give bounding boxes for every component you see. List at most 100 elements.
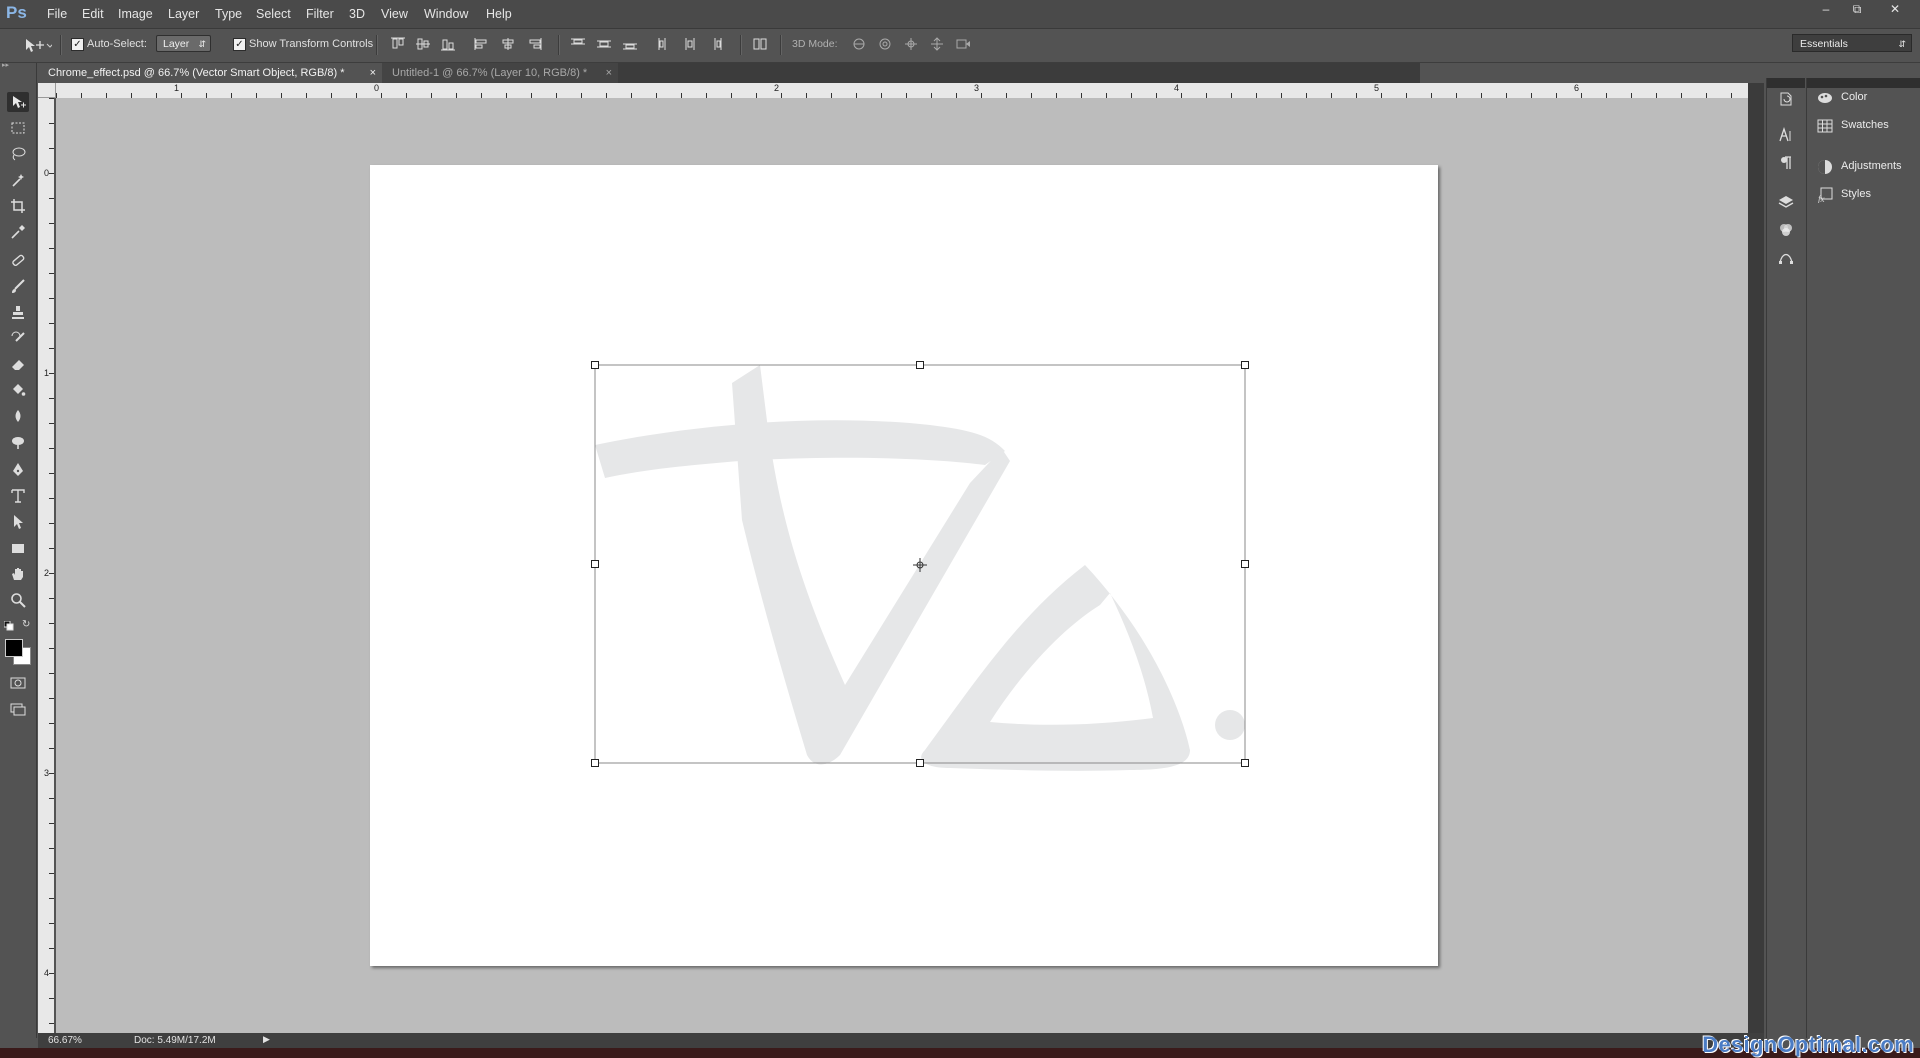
path-selection-tool-icon[interactable] [7, 512, 29, 532]
auto-select-target-dropdown[interactable]: Layer ⇵ [156, 35, 211, 52]
3d-drag-icon[interactable] [903, 37, 919, 51]
layers-icon[interactable] [1777, 193, 1795, 211]
align-hcenter-icon[interactable] [500, 37, 516, 51]
menu-3d[interactable]: 3D [349, 7, 365, 21]
document-canvas[interactable] [370, 165, 1438, 966]
ruler-tick [49, 473, 54, 474]
tab-chrome-effect[interactable]: Chrome_effect.psd @ 66.7% (Vector Smart … [38, 63, 382, 83]
healing-brush-tool-icon[interactable] [7, 250, 29, 270]
restore-icon[interactable]: ⧉ [1848, 2, 1866, 16]
dodge-tool-icon[interactable] [7, 432, 29, 452]
panel-dock: Color Swatches Adjustments fx Styles [1806, 78, 1920, 1038]
default-colors-icon[interactable] [3, 620, 14, 631]
distribute-left-icon[interactable] [656, 37, 672, 51]
panel-label: Color [1841, 91, 1868, 103]
distribute-vcenter-icon[interactable] [596, 37, 612, 51]
align-top-icon[interactable] [390, 37, 406, 51]
foreground-color-swatch[interactable] [5, 639, 23, 657]
menu-filter[interactable]: Filter [306, 7, 334, 21]
magic-wand-tool-icon[interactable] [7, 170, 29, 190]
menu-help[interactable]: Help [486, 7, 512, 21]
hand-tool-icon[interactable] [7, 564, 29, 584]
ruler-label: 1 [174, 83, 180, 93]
history-icon[interactable] [1777, 90, 1795, 108]
zoom-tool-icon[interactable] [7, 590, 29, 610]
tab-label: Chrome_effect.psd @ 66.7% (Vector Smart … [48, 67, 345, 79]
zoom-level[interactable]: 66.67% [48, 1035, 82, 1046]
rectangle-tool-icon[interactable] [7, 538, 29, 558]
panel-styles[interactable]: fx Styles [1813, 184, 1917, 206]
panel-label: Styles [1841, 188, 1871, 200]
character-icon[interactable] [1777, 126, 1795, 144]
menu-layer[interactable]: Layer [168, 7, 199, 21]
minimize-icon[interactable]: – [1817, 2, 1835, 16]
workspace-dropdown[interactable]: Essentials ⇵ [1792, 34, 1912, 52]
menu-select[interactable]: Select [256, 7, 291, 21]
distribute-bottom-icon[interactable] [622, 37, 638, 51]
align-bottom-icon[interactable] [440, 37, 456, 51]
panel-adjustments[interactable]: Adjustments [1813, 156, 1917, 178]
auto-select-checkbox[interactable]: ✓ [71, 38, 84, 51]
auto-align-layers-icon[interactable] [752, 37, 768, 51]
move-tool-preset-icon[interactable] [22, 36, 54, 54]
ruler-tick [49, 898, 54, 899]
menu-edit[interactable]: Edit [82, 7, 104, 21]
marquee-tool-icon[interactable] [7, 118, 29, 138]
show-transform-checkbox[interactable]: ✓ [233, 38, 246, 51]
clone-stamp-tool-icon[interactable] [7, 302, 29, 322]
ruler-tick [49, 298, 54, 299]
distribute-right-icon[interactable] [708, 37, 724, 51]
close-icon[interactable]: × [606, 63, 612, 83]
panel-swatches[interactable]: Swatches [1813, 115, 1917, 137]
paint-bucket-tool-icon[interactable] [7, 380, 29, 400]
horizontal-ruler[interactable]: 1 0 2 3 4 5 6 [56, 83, 1748, 98]
collapse-arrows-icon[interactable]: ▸▸ [2, 62, 32, 69]
vertical-scrollbar[interactable] [1748, 83, 1764, 1033]
eraser-tool-icon[interactable] [7, 354, 29, 374]
channels-icon[interactable] [1777, 221, 1795, 239]
menu-type[interactable]: Type [215, 7, 242, 21]
distribute-top-icon[interactable] [570, 37, 586, 51]
ruler-tick [49, 448, 54, 449]
photoshop-logo: Ps [6, 3, 27, 22]
3d-scale-icon[interactable] [955, 37, 971, 51]
screen-mode-icon[interactable] [7, 699, 29, 719]
show-transform-label: Show Transform Controls [249, 38, 374, 50]
vertical-ruler[interactable]: 0 1 2 3 4 [38, 98, 54, 1033]
close-icon[interactable]: ✕ [1886, 2, 1904, 16]
distribute-hcenter-icon[interactable] [682, 37, 698, 51]
3d-slide-icon[interactable] [929, 37, 945, 51]
swap-colors-icon[interactable]: ↻ [22, 619, 32, 630]
blur-tool-icon[interactable] [7, 406, 29, 426]
eyedropper-tool-icon[interactable] [7, 222, 29, 242]
canvas-workspace[interactable] [56, 98, 1748, 1033]
type-tool-icon[interactable] [7, 486, 29, 506]
lasso-tool-icon[interactable] [7, 144, 29, 164]
auto-select-target-value: Layer [163, 38, 190, 50]
move-tool-icon[interactable] [7, 92, 29, 112]
auto-select-label: Auto-Select: [87, 38, 147, 50]
status-menu-arrow-icon[interactable]: ▶ [263, 1034, 270, 1045]
pen-tool-icon[interactable] [7, 460, 29, 480]
3d-roll-icon[interactable] [877, 37, 893, 51]
menu-file[interactable]: File [47, 7, 67, 21]
dock-header[interactable] [1767, 78, 1805, 88]
panel-color[interactable]: Color [1813, 87, 1917, 109]
menu-image[interactable]: Image [118, 7, 153, 21]
brush-tool-icon[interactable] [7, 276, 29, 296]
quick-mask-icon[interactable] [7, 673, 29, 693]
crop-tool-icon[interactable] [7, 196, 29, 216]
paths-icon[interactable] [1777, 249, 1795, 267]
align-left-icon[interactable] [474, 37, 490, 51]
close-icon[interactable]: × [370, 63, 376, 83]
history-brush-tool-icon[interactable] [7, 328, 29, 348]
ruler-origin[interactable] [38, 83, 56, 98]
menu-view[interactable]: View [381, 7, 408, 21]
paragraph-icon[interactable] [1777, 154, 1795, 172]
3d-rotate-icon[interactable] [851, 37, 867, 51]
ruler-tick [49, 173, 54, 174]
menu-window[interactable]: Window [424, 7, 468, 21]
align-vcenter-icon[interactable] [415, 37, 431, 51]
tab-untitled-1[interactable]: Untitled-1 @ 66.7% (Layer 10, RGB/8) * × [382, 63, 618, 83]
align-right-icon[interactable] [526, 37, 542, 51]
